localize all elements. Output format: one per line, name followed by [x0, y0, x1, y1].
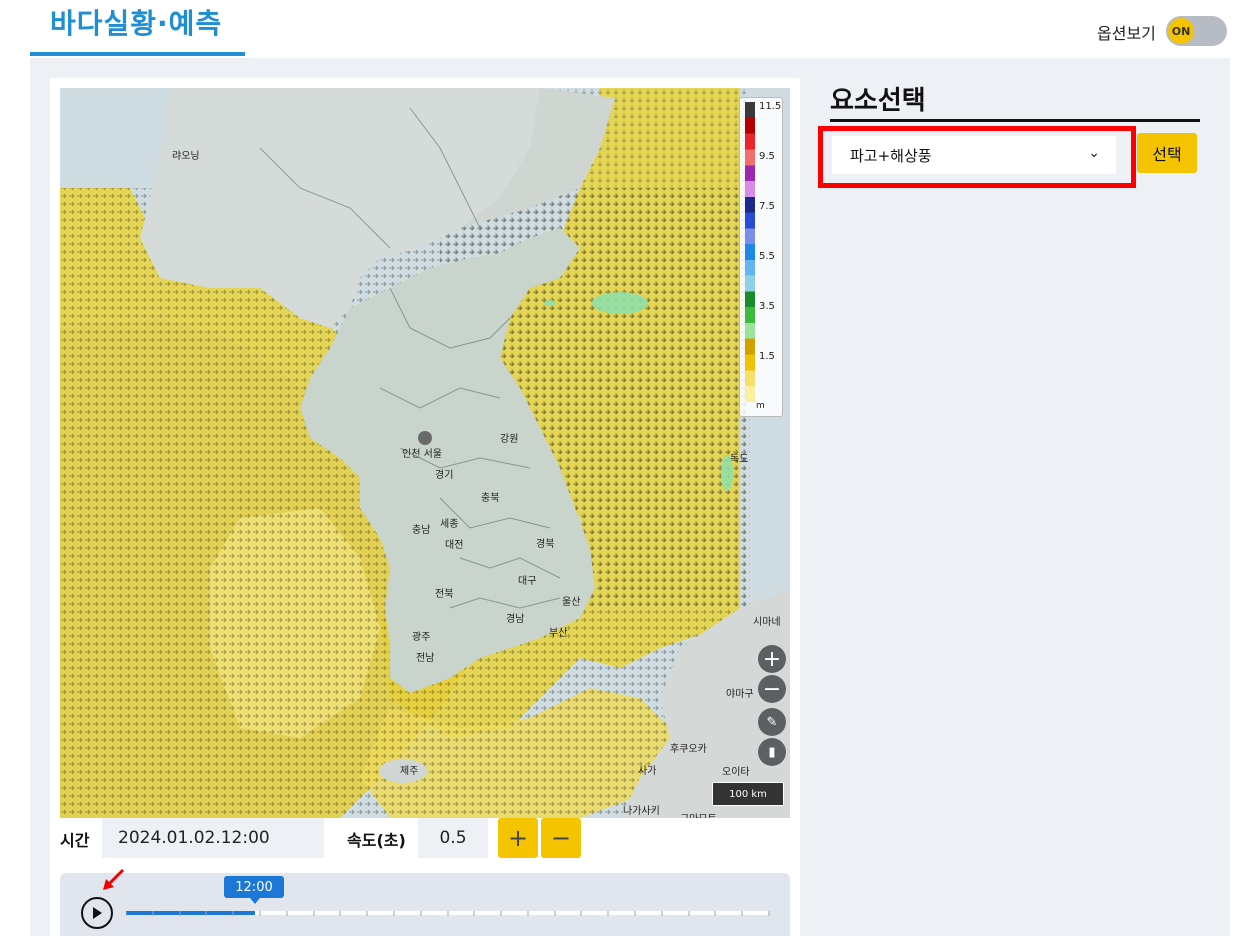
timeline-ticks — [126, 911, 770, 916]
speed-label: 속도(초) — [347, 831, 406, 850]
label-daejeon: 대전 — [445, 540, 464, 551]
label-saga: 사가 — [638, 766, 657, 777]
wave-map[interactable]: 랴오닝 강원 인천 서울 경기 충북 세종 충남 대전 경북 대구 전북 울산 … — [60, 88, 790, 818]
label-gyeongnam: 경남 — [506, 614, 525, 625]
time-field[interactable]: 2024.01.02.12:00 — [102, 818, 324, 858]
options-label: 옵션보기 — [1097, 24, 1156, 43]
label-shimane: 시마네 — [753, 617, 781, 628]
legend-label: 3.5 — [759, 301, 775, 312]
red-arrow-icon — [103, 868, 125, 890]
label-dokdo: 독도 — [730, 454, 749, 465]
legend-label: 7.5 — [759, 201, 775, 212]
label-busan: 부산 — [549, 628, 568, 639]
map-layer-icon[interactable]: ▮ — [758, 738, 786, 766]
timeline-panel — [60, 873, 790, 936]
zoom-in-button[interactable]: + — [758, 645, 786, 673]
element-select-dropdown[interactable]: 파고+해상풍 ⌄ — [832, 136, 1116, 174]
time-label: 시간 — [60, 831, 90, 850]
speed-plus-button[interactable]: + — [498, 818, 538, 858]
title-underline — [30, 52, 245, 56]
label-nagasaki: 나가사키 — [623, 806, 660, 817]
label-jeonnam: 전남 — [416, 653, 435, 664]
options-toggle[interactable]: ON — [1166, 16, 1227, 46]
label-chungbuk: 충북 — [481, 493, 500, 504]
label-incheon-seoul: 인천 서울 — [402, 449, 442, 460]
legend-color-bar — [745, 102, 755, 402]
legend-label: 11.5 — [759, 101, 782, 112]
label-jeju: 제주 — [400, 766, 419, 777]
label-gangwon: 강원 — [500, 434, 519, 445]
element-select-title: 요소선택 — [830, 86, 926, 116]
speed-field[interactable]: 0.5 — [418, 818, 488, 858]
play-icon — [93, 907, 102, 919]
label-oita: 오이타 — [722, 767, 750, 778]
label-kumamoto: 구마모토 — [680, 810, 717, 818]
toggle-knob[interactable]: ON — [1168, 18, 1194, 44]
legend-label: 5.5 — [759, 251, 775, 262]
ruler-icon[interactable]: ✎ — [758, 708, 786, 736]
selected-option: 파고+해상풍 — [850, 146, 932, 165]
legend-unit: m — [756, 401, 765, 411]
label-liaoning: 랴오닝 — [172, 151, 200, 162]
timeline-current-time[interactable]: 12:00 — [224, 876, 284, 904]
speed-minus-button[interactable]: − — [541, 818, 581, 858]
section-divider — [830, 119, 1200, 122]
label-ulsan: 울산 — [562, 597, 581, 608]
label-gyeongbuk: 경북 — [536, 539, 555, 550]
scale-bar: 100 km — [712, 782, 784, 806]
label-jeonbuk: 전북 — [435, 589, 454, 600]
label-gyeonggi: 경기 — [435, 470, 454, 481]
label-yamaguchi: 야마구 — [726, 689, 754, 700]
label-sejong: 세종 — [440, 519, 459, 530]
wave-height-legend: 11.5 9.5 7.5 5.5 3.5 1.5 m — [739, 97, 783, 417]
legend-label: 1.5 — [759, 351, 775, 362]
page-title: 바다실황·예측 — [50, 7, 223, 40]
select-button[interactable]: 선택 — [1137, 133, 1197, 173]
zoom-out-button[interactable]: − — [758, 675, 786, 703]
legend-label: 9.5 — [759, 151, 775, 162]
chevron-down-icon: ⌄ — [1088, 145, 1100, 161]
label-gwangju: 광주 — [412, 632, 431, 643]
label-daegu: 대구 — [518, 576, 537, 587]
label-fukuoka: 후쿠오카 — [670, 744, 707, 755]
label-chungnam: 충남 — [412, 525, 431, 536]
play-button[interactable] — [81, 897, 113, 929]
